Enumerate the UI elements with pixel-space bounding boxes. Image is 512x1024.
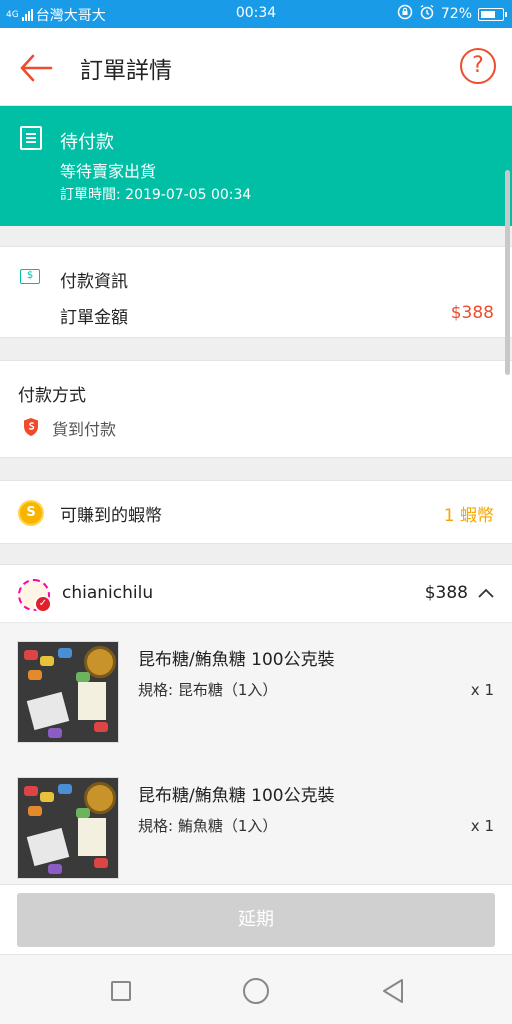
battery-fill [481,10,495,18]
coins-value: 1 蝦幣 [443,506,494,526]
payment-method-value: 貨到付款 [52,420,117,439]
verified-check-icon: ✓ [34,595,52,613]
order-amount-label: 訂單金額 [60,308,128,328]
money-icon: $ [20,269,40,284]
product-spec: 規格: 鮪魚糖（1入） [138,817,278,835]
order-status-card: 待付款 等待賣家出貨 訂單時間: 2019-07-05 00:34 [0,106,512,226]
status-bar-right: 72% [397,4,507,24]
chevron-up-icon[interactable] [476,583,496,603]
product-name: 昆布糖/鮪魚糖 100公克裝 [138,650,335,670]
payment-info-section: $ 付款資訊 訂單金額 $388 [0,246,512,338]
extend-button[interactable]: 延期 [17,893,495,947]
question-icon: ? [472,53,484,78]
order-status-subtitle: 等待賣家出貨 [60,162,157,181]
page-title: 訂單詳情 [80,58,172,84]
help-button[interactable]: ? [460,48,496,84]
payment-info-title: 付款資訊 [60,272,128,292]
system-nav-bar [0,954,512,1024]
order-time: 訂單時間: 2019-07-05 00:34 [60,187,252,203]
shop-section: ✓ chianichilu $388 昆布糖/鮪魚糖 100公克裝 規格: 昆布… [0,564,512,885]
coins-label: 可賺到的蝦幣 [60,506,162,526]
lock-rotation-icon [397,4,413,24]
product-list: 昆布糖/鮪魚糖 100公克裝 規格: 昆布糖（1入） x 1 昆布糖/鮪魚糖 1… [0,623,512,885]
scrollbar[interactable] [505,170,510,375]
status-bar: 4G 台灣大哥大 00:34 72% [0,0,512,28]
shield-icon [24,418,38,436]
home-icon[interactable] [243,978,269,1004]
back-button[interactable] [16,48,56,88]
battery-icon [478,7,507,21]
list-item[interactable]: 昆布糖/鮪魚糖 100公克裝 規格: 鮪魚糖（1入） x 1 [0,759,512,885]
coins-section: S 可賺到的蝦幣 1 蝦幣 [0,480,512,544]
order-amount-value: $388 [450,303,494,323]
nav-back-icon[interactable] [380,977,406,1005]
shop-total: $388 [424,583,468,603]
shop-name: chianichilu [62,583,154,603]
battery-percent: 72% [440,6,472,22]
product-name: 昆布糖/鮪魚糖 100公克裝 [138,786,335,806]
payment-method-section: 付款方式 貨到付款 [0,360,512,458]
recent-apps-icon[interactable] [111,981,131,1001]
product-qty: x 1 [470,817,494,835]
alarm-icon [419,4,435,24]
footer-bar: 延期 [0,884,512,954]
product-qty: x 1 [470,681,494,699]
coin-icon: S [18,500,44,526]
product-image [17,777,119,879]
arrow-left-icon [20,54,53,82]
order-status-title: 待付款 [60,132,114,153]
payment-method-title: 付款方式 [18,386,86,406]
product-image [17,641,119,743]
document-icon [20,126,42,150]
app-bar: 訂單詳情 ? [0,28,512,106]
list-item[interactable]: 昆布糖/鮪魚糖 100公克裝 規格: 昆布糖（1入） x 1 [0,623,512,759]
product-spec: 規格: 昆布糖（1入） [138,681,278,699]
shop-header[interactable]: ✓ chianichilu $388 [0,565,512,623]
